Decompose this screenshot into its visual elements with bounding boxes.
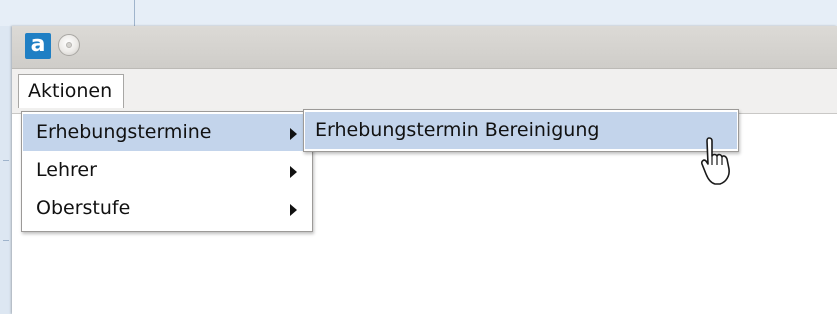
submenu-item-label: Erhebungstermin Bereinigung bbox=[315, 119, 600, 141]
background-mark bbox=[3, 240, 9, 241]
app-icon[interactable]: a bbox=[25, 33, 51, 59]
title-bar: a bbox=[12, 26, 837, 69]
menu-item-erhebungstermin-bereinigung[interactable]: Erhebungstermin Bereinigung bbox=[305, 112, 737, 149]
menu-item-erhebungstermine[interactable]: Erhebungstermine bbox=[23, 114, 311, 151]
window-control-icon[interactable] bbox=[58, 34, 80, 56]
menu-item-label: Oberstufe bbox=[36, 197, 131, 219]
menu-item-oberstufe[interactable]: Oberstufe bbox=[23, 190, 311, 227]
chevron-right-icon bbox=[290, 166, 297, 178]
hand-pointer-icon bbox=[701, 137, 730, 185]
window-control-dot bbox=[66, 42, 72, 48]
menu-item-label: Lehrer bbox=[36, 159, 97, 181]
aktionen-dropdown-menu: Erhebungstermine Lehrer Oberstufe bbox=[21, 111, 313, 232]
menu-item-lehrer[interactable]: Lehrer bbox=[23, 152, 311, 189]
background-mark bbox=[3, 160, 9, 161]
chevron-right-icon bbox=[290, 204, 297, 216]
menu-aktionen[interactable]: Aktionen bbox=[18, 74, 125, 108]
menu-item-label: Erhebungstermine bbox=[36, 121, 212, 143]
background-divider bbox=[134, 0, 135, 26]
erhebungstermine-submenu: Erhebungstermin Bereinigung bbox=[303, 109, 739, 152]
chevron-right-icon bbox=[290, 128, 297, 140]
menu-bar: Aktionen bbox=[12, 69, 837, 114]
background-window-top bbox=[0, 0, 837, 26]
